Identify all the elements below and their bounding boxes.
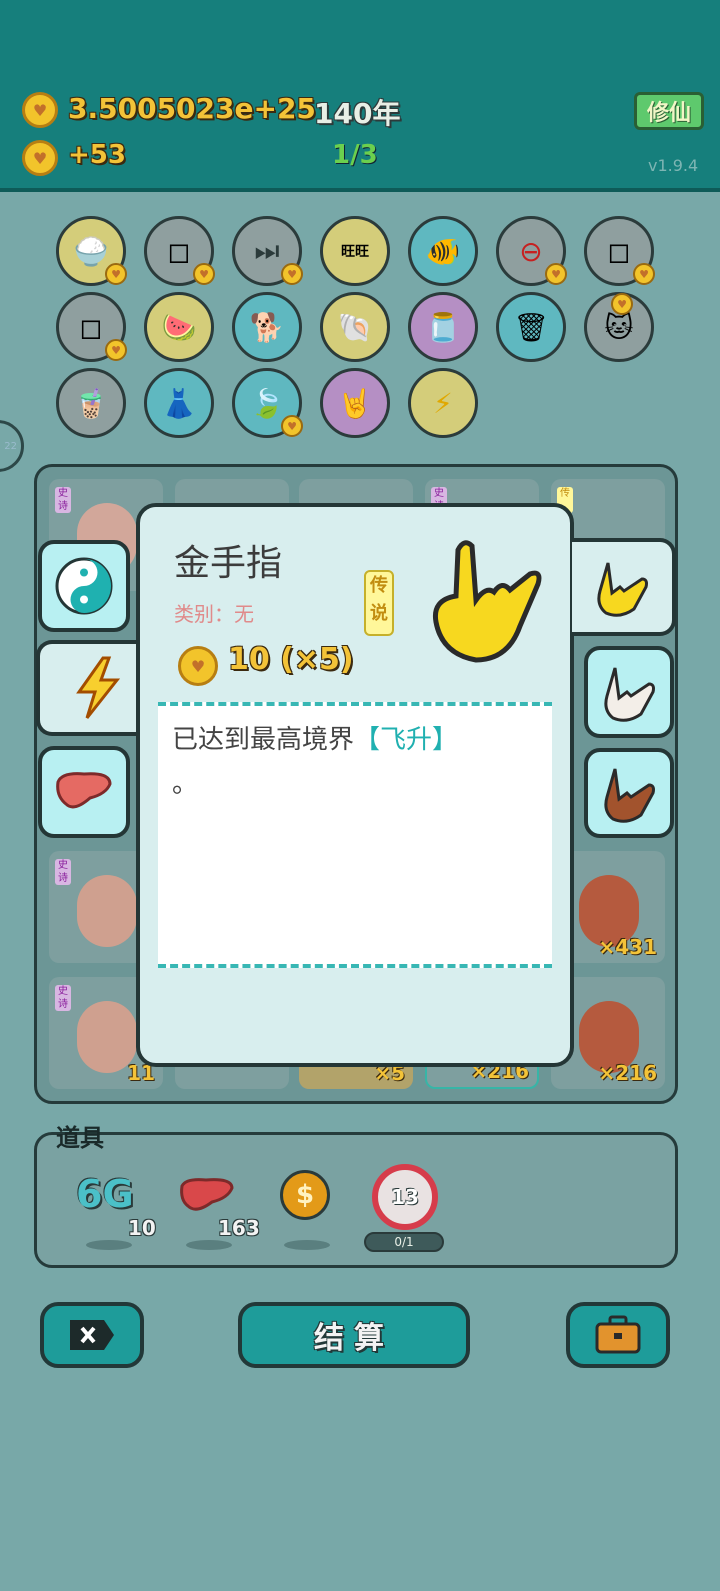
cubes-icon[interactable]: ◻ ♥ bbox=[56, 292, 127, 362]
description-text: 已达到最高境界【飞升】。 bbox=[172, 718, 542, 806]
epic-tag: 史诗 bbox=[55, 859, 71, 885]
item-shadow bbox=[86, 1240, 132, 1250]
popup-price: 10 (×5) bbox=[228, 642, 354, 677]
jar-icon[interactable]: 🫙 bbox=[408, 292, 478, 362]
top-bar: ♥ 3.5005023e+25 140年 ♥ +53 1/3 v1.9.4 修仙 bbox=[0, 0, 720, 192]
hand-gold-tab[interactable] bbox=[572, 538, 676, 636]
cats-icon[interactable]: 🐱 ♥ bbox=[584, 292, 654, 362]
heart-badge-icon: ♥ bbox=[633, 263, 655, 285]
hand-gold-icon bbox=[597, 562, 648, 617]
fishbowl-icon[interactable]: 🐠 bbox=[408, 216, 478, 286]
cubes-icon[interactable]: ◻ ♥ bbox=[584, 216, 655, 286]
minus-circle-icon[interactable]: ⊖ ♥ bbox=[496, 216, 567, 286]
briefcase-icon bbox=[595, 1315, 641, 1354]
liver-icon bbox=[180, 1178, 234, 1211]
props-label: 道具 bbox=[56, 1124, 104, 1152]
target-progress: 0/1 bbox=[364, 1232, 444, 1252]
heart-badge-icon: ♥ bbox=[281, 263, 303, 285]
version-label: v1.9.4 bbox=[648, 156, 699, 175]
rock-hand-icon[interactable]: 🤘 bbox=[320, 368, 390, 438]
heart-badge-icon: ♥ bbox=[105, 339, 127, 361]
stage-progress: 1/3 bbox=[332, 140, 378, 170]
rice-bowl-icon[interactable]: 🍚 ♥ bbox=[56, 216, 127, 286]
golden-finger-icon bbox=[428, 530, 548, 674]
coin-total: 3.5005023e+25 bbox=[68, 92, 316, 125]
yin-yang-button[interactable] bbox=[38, 540, 130, 632]
hand-white-icon bbox=[604, 667, 655, 722]
income-rate: +53 bbox=[68, 140, 126, 170]
popup-category: 类别：无 bbox=[174, 602, 254, 626]
lightning-icon bbox=[76, 656, 121, 719]
cubes-icon[interactable]: ◻ ♥ bbox=[144, 216, 215, 286]
liver-item[interactable] bbox=[178, 1176, 236, 1220]
cool-dog-icon[interactable]: 🐕 bbox=[232, 292, 302, 362]
epic-tag: 史诗 bbox=[55, 487, 71, 513]
heart-badge-icon: ♥ bbox=[105, 263, 127, 285]
desc-prefix: 已达到最高境界 bbox=[172, 725, 355, 755]
popup-title: 金手指 bbox=[174, 543, 283, 584]
item-shadow bbox=[284, 1240, 330, 1250]
settle-button[interactable]: 结算 bbox=[238, 1302, 470, 1368]
bubble-tea-icon[interactable]: 🧋 bbox=[56, 368, 126, 438]
heart-badge-icon: ♥ bbox=[193, 263, 215, 285]
sixg-item[interactable]: 6G bbox=[76, 1172, 134, 1216]
heart-badge-icon: ♥ bbox=[545, 263, 567, 285]
shell-icon[interactable]: 🐚 bbox=[320, 292, 390, 362]
price-coin-icon: ♥ bbox=[178, 646, 218, 686]
cell-count: ×431 bbox=[598, 935, 657, 959]
desc-suffix: 。 bbox=[172, 769, 199, 799]
sixg-count: 10 bbox=[128, 1216, 156, 1240]
liver-button[interactable] bbox=[38, 746, 130, 838]
lightning-icon[interactable]: ⚡ bbox=[408, 368, 478, 438]
cultivate-button[interactable]: 修仙 bbox=[634, 92, 704, 130]
income-coin-icon: ♥ bbox=[22, 140, 58, 176]
item-shadow bbox=[186, 1240, 232, 1250]
wang-text-icon[interactable]: 旺旺 bbox=[320, 216, 390, 286]
target-item[interactable]: 13 bbox=[372, 1164, 438, 1230]
briefcase-button[interactable] bbox=[566, 1302, 670, 1368]
trash-bag-icon[interactable]: 🗑 bbox=[496, 292, 566, 362]
skirt-icon[interactable]: 👗 bbox=[144, 368, 214, 438]
fruit-basket-icon[interactable]: 🍉 bbox=[144, 292, 214, 362]
coin-item[interactable]: $ bbox=[280, 1170, 330, 1220]
cell-count: ×216 bbox=[598, 1061, 657, 1085]
liver-count: 163 bbox=[218, 1216, 260, 1240]
realm-highlight: 【飞升】 bbox=[354, 725, 459, 755]
old-man-face bbox=[77, 875, 137, 947]
skip-icon[interactable]: ⏭ ♥ bbox=[232, 216, 303, 286]
hand-white-button[interactable] bbox=[584, 646, 674, 738]
yin-yang-icon bbox=[55, 557, 113, 615]
leaf-icon[interactable]: 🍃 ♥ bbox=[232, 368, 303, 438]
hand-brown-button[interactable] bbox=[584, 748, 674, 838]
heart-badge-icon: ♥ bbox=[611, 293, 633, 315]
hand-brown-icon bbox=[604, 768, 655, 823]
year-counter: 140年 bbox=[314, 97, 401, 130]
gold-coin-icon: ♥ bbox=[22, 92, 58, 128]
liver-icon bbox=[56, 772, 112, 809]
settle-label: 结算 bbox=[314, 1321, 394, 1356]
heart-badge-icon: ♥ bbox=[281, 415, 303, 437]
delete-button[interactable] bbox=[40, 1302, 144, 1368]
backspace-x-icon bbox=[70, 1320, 114, 1350]
legend-badge: 传说 bbox=[364, 570, 394, 636]
epic-tag: 史诗 bbox=[55, 985, 71, 1011]
